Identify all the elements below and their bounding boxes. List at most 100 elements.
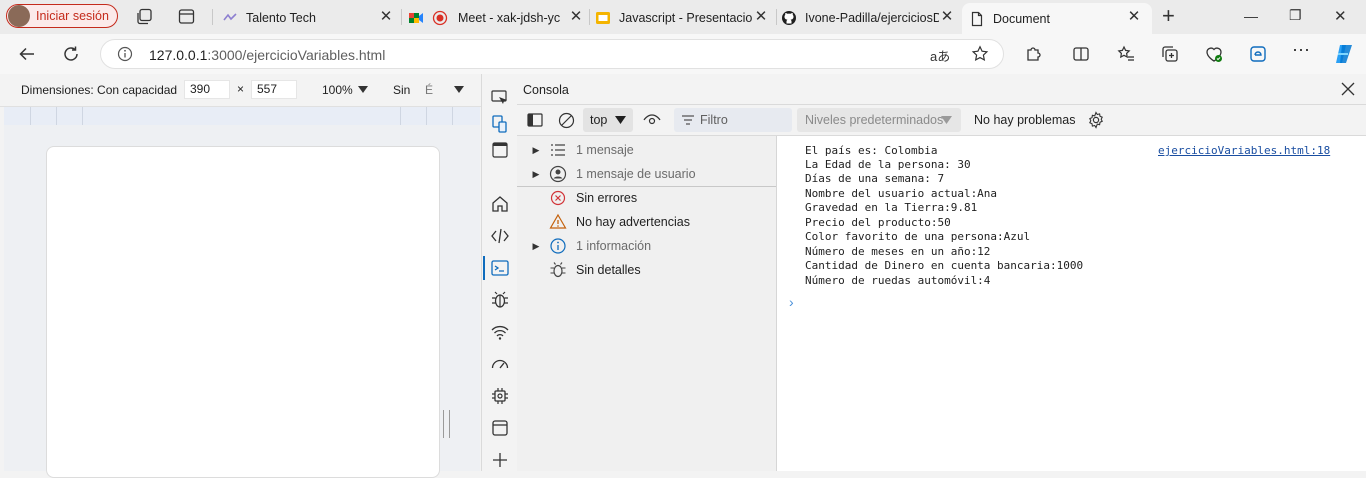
source-link[interactable]: ejercicioVariables.html:18 <box>1158 144 1330 157</box>
sidebar-item-user-messages[interactable]: ▶ 1 mensaje de usuario <box>517 162 776 187</box>
console-log-area[interactable]: ejercicioVariables.html:18 El país es: C… <box>777 136 1366 471</box>
slides-favicon <box>595 10 611 26</box>
console-panel-header: Consola <box>517 74 1366 105</box>
sidebar-item-warnings[interactable]: No hay advertencias <box>517 210 776 234</box>
filter-input[interactable]: Filtro <box>674 108 792 132</box>
minimize-button[interactable]: — <box>1244 8 1258 24</box>
close-panel-icon[interactable] <box>1341 82 1355 96</box>
log-line: Cantidad de Dinero en cuenta bancaria:10… <box>805 259 1084 272</box>
tab-meet[interactable]: Meet - xak-jdsh-yc ✕ <box>408 3 590 32</box>
address-bar[interactable]: 127.0.0.1:3000/ejercicioVariables.html a… <box>100 39 1004 69</box>
context-selector[interactable]: top <box>583 108 633 132</box>
more-options-icon[interactable]: ⋯ <box>1292 40 1311 61</box>
filter-icon <box>682 115 694 125</box>
filter-placeholder: Filtro <box>700 113 728 127</box>
browser-essentials-icon[interactable] <box>1205 45 1223 63</box>
close-tab-icon[interactable]: ✕ <box>1126 9 1142 25</box>
application-icon[interactable] <box>490 418 510 438</box>
tab-title: Document <box>993 11 1050 26</box>
close-tab-icon[interactable]: ✕ <box>753 9 769 25</box>
sidebar-item-messages[interactable]: ▶ 1 mensaje <box>517 138 776 162</box>
url-text[interactable]: 127.0.0.1:3000/ejercicioVariables.html <box>149 47 385 63</box>
expand-icon[interactable]: ▶ <box>526 241 546 252</box>
workspaces-icon[interactable] <box>136 8 153 25</box>
sources-bug-icon[interactable] <box>490 290 510 310</box>
sidebar-item-label: No hay advertencias <box>576 215 690 229</box>
welcome-home-icon[interactable] <box>490 194 510 214</box>
clear-console-icon[interactable] <box>558 112 575 129</box>
edge-bar-icon[interactable] <box>1249 45 1267 63</box>
new-tab-button[interactable]: + <box>1162 5 1175 27</box>
user-icon <box>549 165 567 183</box>
back-arrow-icon[interactable] <box>18 45 36 63</box>
chevron-down-icon <box>358 84 368 94</box>
console-settings-gear-icon[interactable] <box>1087 111 1105 129</box>
expand-icon[interactable]: ▶ <box>526 145 546 156</box>
dock-icon[interactable] <box>490 140 510 160</box>
sidebar-item-verbose[interactable]: Sin detalles <box>517 258 776 282</box>
console-sidebar: ▶ 1 mensaje ▶ 1 mensaje de usuario Sin e… <box>517 136 777 471</box>
issues-counter[interactable]: No hay problemas <box>974 113 1075 127</box>
live-expression-eye-icon[interactable] <box>643 113 661 127</box>
log-levels-dropdown[interactable]: Niveles predeterminados <box>797 108 961 132</box>
dimensions-dropdown[interactable]: Dimensiones: Con capacidad c <box>21 83 180 97</box>
github-favicon <box>781 10 797 26</box>
list-icon <box>549 141 567 159</box>
media-query-bar[interactable] <box>4 107 480 126</box>
times-symbol: × <box>237 82 245 96</box>
favorites-icon[interactable] <box>1117 45 1135 63</box>
sign-in-button[interactable]: Iniciar sesión <box>6 4 118 28</box>
sidebar-item-info[interactable]: ▶ 1 información <box>517 234 776 258</box>
site-info-icon[interactable] <box>117 46 133 62</box>
performance-gauge-icon[interactable] <box>490 354 510 374</box>
tab-github[interactable]: Ivone-Padilla/ejerciciosD ✕ <box>781 3 961 32</box>
favorite-star-icon[interactable] <box>971 45 989 63</box>
memory-chip-icon[interactable] <box>490 386 510 406</box>
collections-icon[interactable] <box>1161 45 1179 63</box>
width-input[interactable]: 390 <box>184 80 230 99</box>
throttle-dropdown[interactable]: Sin <box>393 83 410 97</box>
copilot-icon[interactable] <box>1332 42 1356 66</box>
tab-title: Javascript - Presentacion <box>619 10 753 25</box>
close-window-button[interactable]: ✕ <box>1334 7 1347 25</box>
read-aloud-icon[interactable]: aあ <box>930 46 950 65</box>
tab-javascript[interactable]: Javascript - Presentacion ✕ <box>595 3 775 32</box>
sidebar-toggle-icon[interactable] <box>527 112 543 128</box>
sidebar-item-label: 1 mensaje de usuario <box>576 167 696 181</box>
device-toolbar: Dimensiones: Con capacidad c 390 × 557 1… <box>0 74 481 107</box>
url-path: :3000/ejercicioVariables.html <box>207 47 386 63</box>
throttle-extra: É <box>425 83 434 97</box>
recording-icon <box>432 10 448 26</box>
sidebar-item-errors[interactable]: Sin errores <box>517 186 776 210</box>
log-line: Número de ruedas automóvil:4 <box>805 274 991 287</box>
extensions-icon[interactable] <box>1024 45 1042 63</box>
close-tab-icon[interactable]: ✕ <box>568 9 584 25</box>
log-line: El país es: Colombia <box>805 144 938 157</box>
console-title[interactable]: Consola <box>523 83 569 97</box>
tab-document[interactable]: Document ✕ <box>962 3 1152 34</box>
expand-icon[interactable]: ▶ <box>526 169 546 180</box>
device-emulation-icon[interactable] <box>490 114 510 134</box>
close-tab-icon[interactable]: ✕ <box>378 9 394 25</box>
zoom-dropdown[interactable]: 100% <box>322 83 353 97</box>
refresh-icon[interactable] <box>62 45 80 63</box>
elements-code-icon[interactable] <box>490 226 510 246</box>
console-icon[interactable] <box>490 258 510 278</box>
split-screen-icon[interactable] <box>1072 45 1090 63</box>
console-prompt[interactable]: › <box>789 294 794 310</box>
bug-icon <box>549 261 567 279</box>
chevron-down-icon[interactable] <box>454 84 464 94</box>
close-tab-icon[interactable]: ✕ <box>939 9 955 25</box>
inspect-element-icon[interactable] <box>490 88 510 108</box>
add-tool-icon[interactable] <box>490 450 510 470</box>
tab-actions-icon[interactable] <box>178 8 195 25</box>
device-frame[interactable] <box>46 146 440 478</box>
document-favicon <box>969 11 985 27</box>
tab-talento-tech[interactable]: Talento Tech ✕ <box>222 3 400 32</box>
height-input[interactable]: 557 <box>251 80 297 99</box>
restore-button[interactable]: ❐ <box>1289 7 1302 24</box>
network-wifi-icon[interactable] <box>490 322 510 342</box>
talento-favicon <box>222 10 238 26</box>
resize-handle[interactable] <box>443 410 450 438</box>
url-host: 127.0.0.1 <box>149 47 208 63</box>
